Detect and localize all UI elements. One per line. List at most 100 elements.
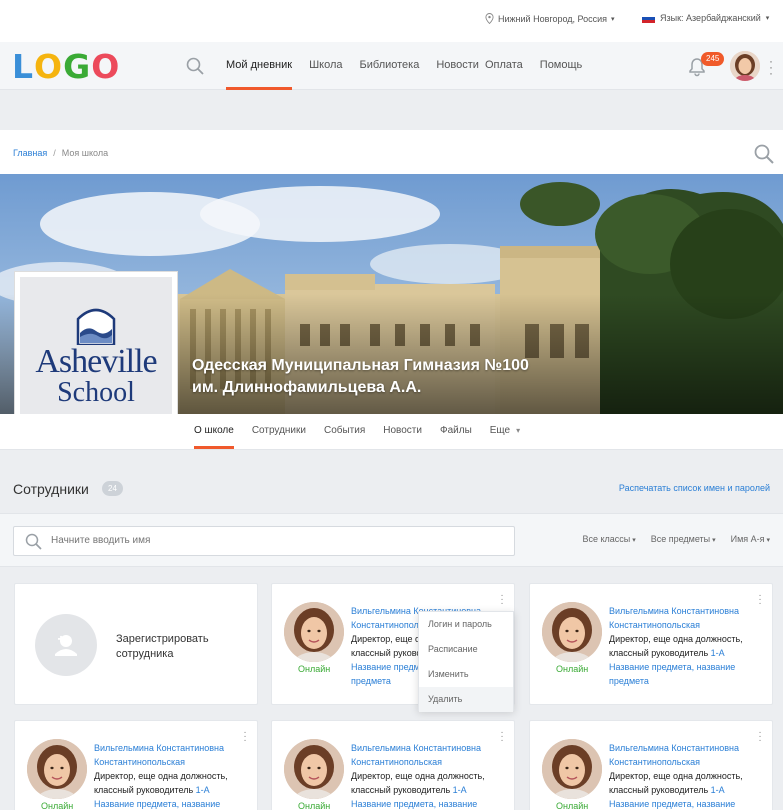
menu-edit[interactable]: Изменить (419, 662, 513, 687)
staff-role: Директор, еще одна должность, классный р… (351, 769, 503, 797)
tab-staff[interactable]: Сотрудники (252, 414, 306, 450)
staff-avatar[interactable] (284, 602, 344, 662)
staff-card[interactable]: Онлайн Вильгельмина Константиновна Конста… (529, 720, 773, 810)
nav-payment[interactable]: Оплата (485, 42, 523, 90)
menu-login-password[interactable]: Логин и пароль (419, 612, 513, 637)
staff-card[interactable]: Онлайн Вильгельмина Константиновна Конста… (271, 720, 515, 810)
more-vertical-icon[interactable]: · · · (243, 728, 247, 746)
add-user-icon (35, 614, 97, 676)
print-passwords-link[interactable]: Распечатать список имен и паролей (619, 483, 770, 493)
register-label-line2: сотрудника (116, 648, 174, 660)
breadcrumb-bar (0, 130, 783, 174)
logo-letter: L (12, 47, 35, 86)
search-icon[interactable] (186, 57, 204, 80)
staff-name-link[interactable]: Вильгельмина Константиновна Константиноп… (94, 741, 244, 769)
online-status: Онлайн (41, 801, 74, 810)
menu-schedule[interactable]: Расписание (419, 637, 513, 662)
staff-avatar[interactable] (542, 602, 602, 662)
staff-avatar[interactable] (542, 739, 602, 799)
staff-subjects-link[interactable]: Название предмета, название предмета (609, 660, 761, 688)
school-logo-sub: School (57, 377, 135, 408)
menu-delete[interactable]: Удалить (419, 687, 513, 712)
nav-library[interactable]: Библиотека (360, 42, 420, 90)
staff-subjects-link[interactable]: Название предмета, название предмета (351, 797, 503, 810)
more-vertical-icon[interactable]: · · · (768, 55, 774, 79)
staff-subjects-link[interactable]: Название предмета, название предмета (94, 797, 246, 810)
online-status: Онлайн (298, 664, 331, 674)
online-status: Онлайн (556, 664, 589, 674)
staff-count-badge: 24 (102, 481, 123, 496)
location-pin-icon (485, 13, 494, 24)
tab-news[interactable]: Новости (383, 414, 422, 450)
staff-search-box (13, 526, 515, 556)
staff-role: Директор, еще одна должность, классный р… (94, 769, 246, 797)
staff-class-link[interactable]: 1-А (196, 785, 210, 795)
school-subnav-bar: О школе Сотрудники События Новости Файлы Еще ▾ (0, 414, 783, 450)
notification-badge[interactable]: 245 (701, 52, 725, 66)
register-label-line1: Зарегистрировать (116, 633, 209, 645)
logo-letter: G (63, 47, 92, 86)
language-text: Язык: Азербайджанский (660, 13, 761, 23)
staff-card[interactable]: Онлайн Вильгельмина Константиновна Конста… (14, 720, 258, 810)
school-crest-icon (76, 308, 116, 345)
breadcrumb-current: Моя школа (61, 148, 109, 158)
nav-news[interactable]: Новости (436, 42, 479, 90)
staff-role: Директор, еще одна должность, классный р… (609, 632, 761, 660)
language-selector[interactable]: Язык: Азербайджанский ▾ (642, 13, 769, 23)
nav-my-diary[interactable]: Мой дневник (226, 42, 293, 90)
staff-filters: Все классы ▾ Все предметы ▾ Имя А-я ▾ (582, 534, 770, 544)
tab-events[interactable]: События (324, 414, 365, 450)
staff-class-link[interactable]: 1-А (711, 785, 725, 795)
main-header: LOGO Мой дневник Школа Библиотека Новости Оп… (0, 42, 783, 90)
register-staff-card[interactable]: Зарегистрировать сотрудника (14, 583, 258, 705)
more-vertical-icon[interactable]: · · · (758, 591, 762, 609)
filter-label: Имя А-я (730, 534, 765, 544)
search-icon (25, 533, 42, 555)
staff-class-link[interactable]: 1-А (711, 648, 725, 658)
logo-letter: O (91, 47, 121, 86)
staff-section-header: Сотрудники 24 Распечатать список имен и … (0, 470, 783, 506)
staff-avatar[interactable] (284, 739, 344, 799)
staff-card[interactable]: Онлайн Вильгельмина Константиновна Конста… (529, 583, 773, 705)
register-staff-label: Зарегистрировать сотрудника (116, 632, 236, 662)
caret-down-icon: ▾ (765, 15, 770, 22)
search-icon[interactable] (754, 144, 774, 169)
staff-subjects-link[interactable]: Название предмета, название предмета (609, 797, 761, 810)
filter-label: Все классы (582, 534, 631, 544)
tab-files[interactable]: Файлы (440, 414, 472, 450)
school-title: Одесская Муниципальная Гимназия №100 им.… (192, 355, 622, 399)
staff-title: Сотрудники (13, 481, 89, 497)
caret-down-icon: ▾ (611, 15, 615, 23)
logo[interactable]: LOGO (12, 49, 120, 85)
sort-name[interactable]: Имя А-я ▾ (731, 534, 770, 544)
more-vertical-icon[interactable]: · · · (500, 728, 504, 746)
tab-about[interactable]: О школе (194, 414, 234, 450)
breadcrumb-home[interactable]: Главная (13, 148, 47, 158)
location-selector[interactable]: Нижний Новгород, Россия ▾ (485, 13, 615, 24)
staff-name-link[interactable]: Вильгельмина Константиновна Константиноп… (609, 604, 759, 632)
staff-name-link[interactable]: Вильгельмина Константиновна Константиноп… (609, 741, 759, 769)
school-logo-name: Asheville (35, 343, 157, 380)
user-avatar[interactable] (730, 51, 760, 81)
staff-name-link[interactable]: Вильгельмина Константиновна Константиноп… (351, 741, 501, 769)
staff-search-input[interactable] (51, 535, 491, 546)
logo-letter: O (34, 47, 64, 86)
staff-filter-bar: Все классы ▾Все предметы ▾Имя А-я ▾ (0, 513, 783, 567)
filter-subjects[interactable]: Все предметы ▾ (651, 534, 716, 544)
chevron-down-icon[interactable]: ▾ (516, 414, 520, 450)
location-text: Нижний Новгород, Россия (498, 13, 608, 24)
school-logo: Asheville School (14, 271, 178, 437)
more-vertical-icon[interactable]: · · · (500, 591, 504, 609)
caret-down-icon: ▾ (710, 537, 716, 544)
filter-classes[interactable]: Все классы ▾ (582, 534, 635, 544)
staff-role: Директор, еще одна должность, классный р… (609, 769, 761, 797)
nav-school[interactable]: Школа (309, 42, 342, 90)
staff-avatar[interactable] (27, 739, 87, 799)
nav-help[interactable]: Помощь (540, 42, 583, 90)
caret-down-icon: ▾ (630, 537, 636, 544)
staff-class-link[interactable]: 1-А (453, 785, 467, 795)
tab-more[interactable]: Еще (490, 414, 510, 450)
staff-card-menu: Логин и пароль Расписание Изменить Удалить (418, 611, 514, 712)
more-vertical-icon[interactable]: · · · (758, 728, 762, 746)
main-nav: Мой дневник Школа Библиотека Новости Оплата П… (226, 42, 599, 90)
